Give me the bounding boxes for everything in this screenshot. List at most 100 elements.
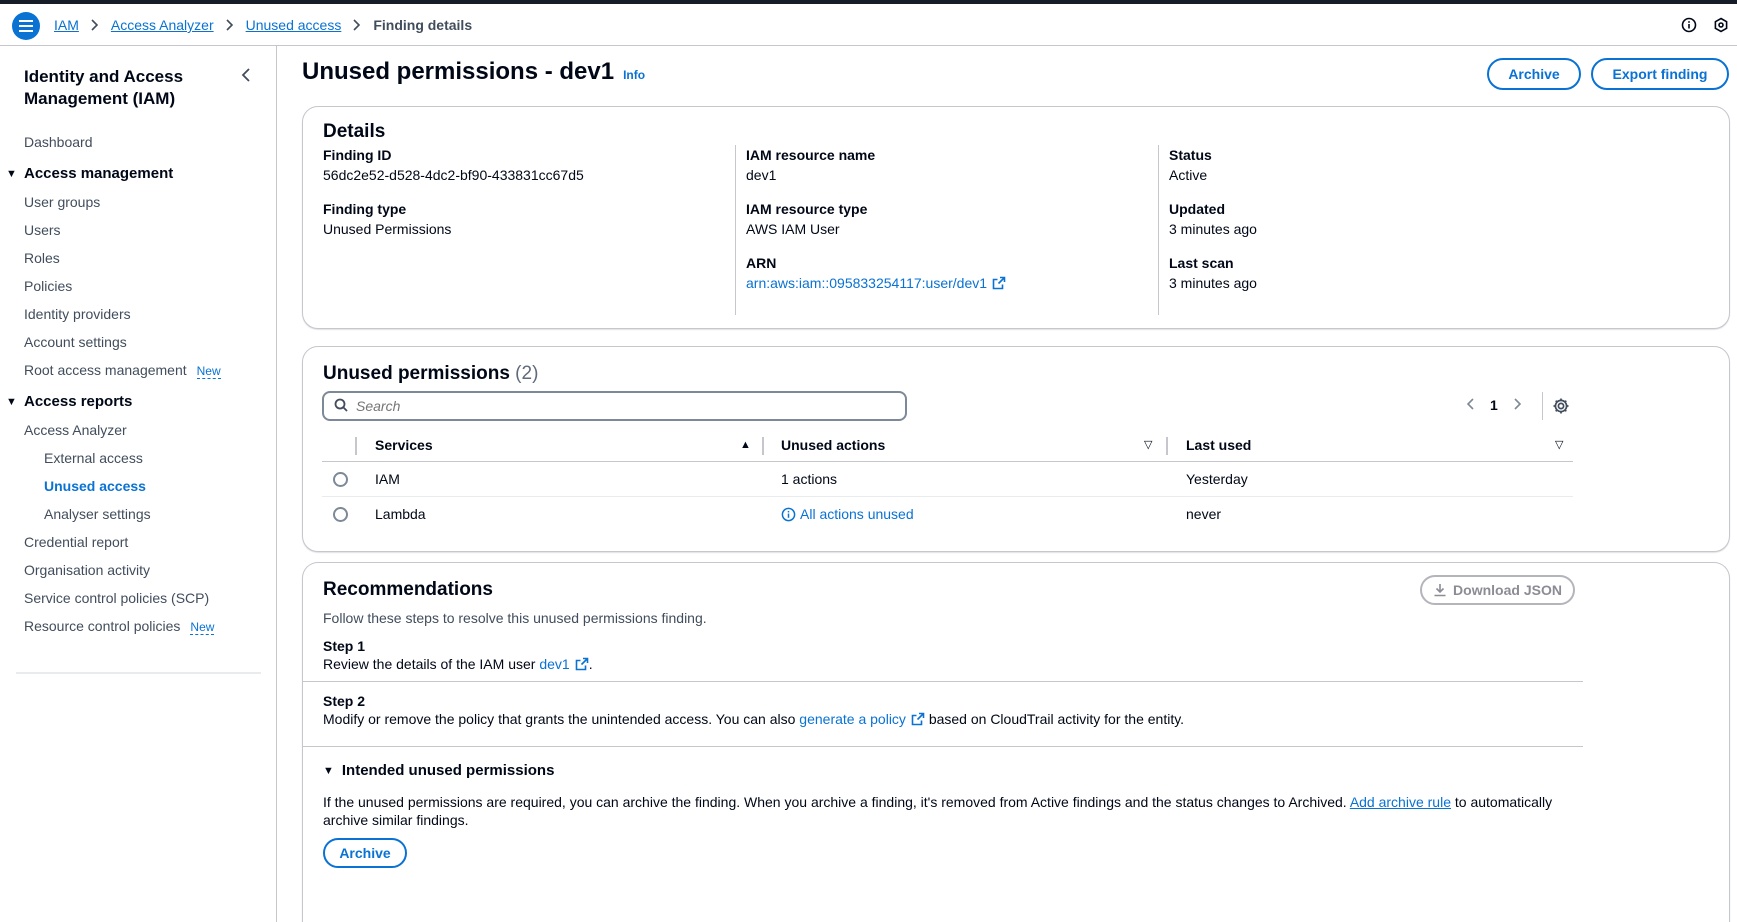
sidebar-item-credential-report[interactable]: Credential report (0, 528, 277, 556)
last-used-cell: never (1186, 506, 1222, 522)
info-circle-icon[interactable] (1679, 15, 1699, 35)
sidebar-item-access-analyzer[interactable]: Access Analyzer (0, 416, 277, 444)
recommendations-panel: Recommendations Download JSON Follow the… (302, 562, 1730, 922)
updated-label: Updated (1169, 201, 1225, 217)
column-divider (762, 437, 764, 455)
sidebar-item-identity-providers[interactable]: Identity providers (0, 300, 277, 328)
last-scan-label: Last scan (1169, 255, 1234, 271)
column-divider (355, 437, 357, 455)
sidebar-title[interactable]: Identity and Access Management (IAM) (24, 66, 224, 110)
intended-description: If the unused permissions are required, … (323, 794, 1347, 810)
step-1-period: . (588, 656, 593, 672)
details-panel: Details Finding ID 56dc2e52-d528-4dc2-bf9… (302, 106, 1730, 329)
external-link-icon[interactable] (992, 275, 1006, 295)
row-select-radio[interactable] (333, 507, 348, 522)
column-header-last-used[interactable]: Last used (1186, 429, 1251, 462)
generate-policy-link[interactable]: generate a policy (799, 711, 906, 727)
column-header-unused-actions[interactable]: Unused actions (781, 429, 885, 462)
sidebar-section-access-reports[interactable]: ▼ Access reports (0, 388, 277, 416)
sidebar-item-policies[interactable]: Policies (0, 272, 277, 300)
step-2-description: Modify or remove the policy that grants … (323, 711, 796, 727)
sidebar-item-resource-control-policies[interactable]: Resource control policies New (0, 612, 277, 640)
caret-down-icon: ▼ (6, 168, 17, 180)
external-link-icon[interactable] (575, 657, 589, 674)
download-json-button[interactable]: Download JSON (1420, 575, 1575, 605)
last-scan-value: 3 minutes ago (1169, 275, 1257, 291)
service-cell: Lambda (375, 506, 426, 522)
add-archive-rule-link[interactable]: Add archive rule (1350, 794, 1451, 810)
permissions-table: Services ▲ Unused actions ▽ Last used ▽ … (322, 429, 1573, 532)
intended-unused-permissions-text: If the unused permissions are required, … (323, 793, 1563, 829)
sidebar-item-analyser-settings[interactable]: Analyser settings (0, 500, 277, 528)
sort-icon[interactable]: ▽ (1144, 429, 1152, 462)
row-select-radio[interactable] (333, 472, 348, 487)
sidebar-item-users[interactable]: Users (0, 216, 277, 244)
sidebar-section-access-management[interactable]: ▼ Access management (0, 160, 277, 188)
sidebar-item-account-settings[interactable]: Account settings (0, 328, 277, 356)
sort-ascending-icon[interactable]: ▲ (740, 429, 751, 462)
sidebar-item-user-groups[interactable]: User groups (0, 188, 277, 216)
new-badge: New (190, 620, 215, 635)
collapse-sidebar-icon[interactable] (240, 68, 252, 85)
search-input[interactable] (356, 398, 876, 414)
top-right-tools (1679, 4, 1737, 46)
page-title: Unused permissions - dev1 Info (302, 58, 645, 86)
table-row[interactable]: IAM 1 actions Yesterday (322, 462, 1573, 497)
details-heading: Details (323, 121, 386, 142)
unused-permissions-title-text: Unused permissions (323, 363, 510, 384)
step-1-text: Review the details of the IAM user dev1. (323, 656, 593, 674)
chevron-left-icon[interactable] (1466, 397, 1474, 413)
menu-icon[interactable] (12, 12, 40, 40)
unused-actions-cell: 1 actions (781, 471, 838, 487)
archive-button-bottom[interactable]: Archive (323, 838, 407, 868)
intended-unused-permissions-toggle[interactable]: ▼ Intended unused permissions (323, 762, 554, 779)
sort-icon[interactable]: ▽ (1555, 429, 1563, 462)
sidebar-item-dashboard[interactable]: Dashboard (0, 128, 277, 156)
sidebar-item-label: Root access management (24, 362, 187, 378)
sidebar-item-scp[interactable]: Service control policies (SCP) (0, 584, 277, 612)
step-2-label: Step 2 (323, 693, 366, 709)
chevron-right-icon[interactable] (1514, 397, 1522, 413)
intended-unused-permissions-title: Intended unused permissions (341, 762, 555, 779)
external-link-icon[interactable] (911, 712, 925, 729)
pagination: 1 (1466, 397, 1522, 413)
step-1-description: Review the details of the IAM user (323, 656, 536, 672)
sidebar-item-root-access-management[interactable]: Root access management New (0, 356, 277, 384)
info-link[interactable]: Info (623, 68, 645, 82)
page-number[interactable]: 1 (1490, 397, 1498, 413)
settings-hexagon-icon[interactable] (1711, 15, 1731, 35)
iam-user-link[interactable]: dev1 (539, 656, 569, 672)
column-header-services[interactable]: Services (375, 429, 433, 462)
download-json-label: Download JSON (1453, 582, 1562, 598)
finding-type-label: Finding type (323, 201, 407, 217)
sidebar-item-organisation-activity[interactable]: Organisation activity (0, 556, 277, 584)
gear-icon[interactable] (1552, 397, 1570, 418)
sidebar-item-external-access[interactable]: External access (0, 444, 277, 472)
sidebar-item-unused-access[interactable]: Unused access (0, 472, 277, 500)
arn-label: ARN (746, 255, 777, 271)
breadcrumb-unused-access[interactable]: Unused access (246, 17, 342, 33)
unused-actions-cell[interactable]: All actions unused (781, 497, 914, 532)
chevron-right-icon (91, 19, 99, 31)
sidebar-item-roles[interactable]: Roles (0, 244, 277, 272)
search-field[interactable] (322, 391, 907, 421)
breadcrumb-iam[interactable]: IAM (54, 17, 79, 33)
service-cell: IAM (375, 471, 400, 487)
archive-button[interactable]: Archive (1487, 58, 1581, 90)
export-finding-button[interactable]: Export finding (1591, 58, 1729, 90)
table-row[interactable]: Lambda All actions unused never (322, 497, 1573, 532)
breadcrumb-access-analyzer[interactable]: Access Analyzer (111, 17, 214, 33)
resource-name-value: dev1 (746, 167, 777, 183)
pager-divider (1542, 392, 1543, 420)
caret-down-icon: ▼ (6, 396, 17, 408)
sidebar-item-label: Resource control policies (24, 618, 181, 634)
step-1-label: Step 1 (323, 638, 366, 654)
all-actions-unused-link[interactable]: All actions unused (800, 497, 914, 532)
arn-link[interactable]: arn:aws:iam::095833254117:user/dev1 (746, 275, 987, 291)
top-bar: IAM Access Analyzer Unused access Findin… (0, 4, 1737, 46)
step-divider (303, 746, 1583, 747)
sidebar-divider (16, 672, 261, 674)
details-column-3: Status Active Updated 3 minutes ago Last s… (1158, 145, 1578, 315)
sidebar-section-label: Access management (24, 165, 174, 182)
new-badge: New (196, 364, 221, 379)
